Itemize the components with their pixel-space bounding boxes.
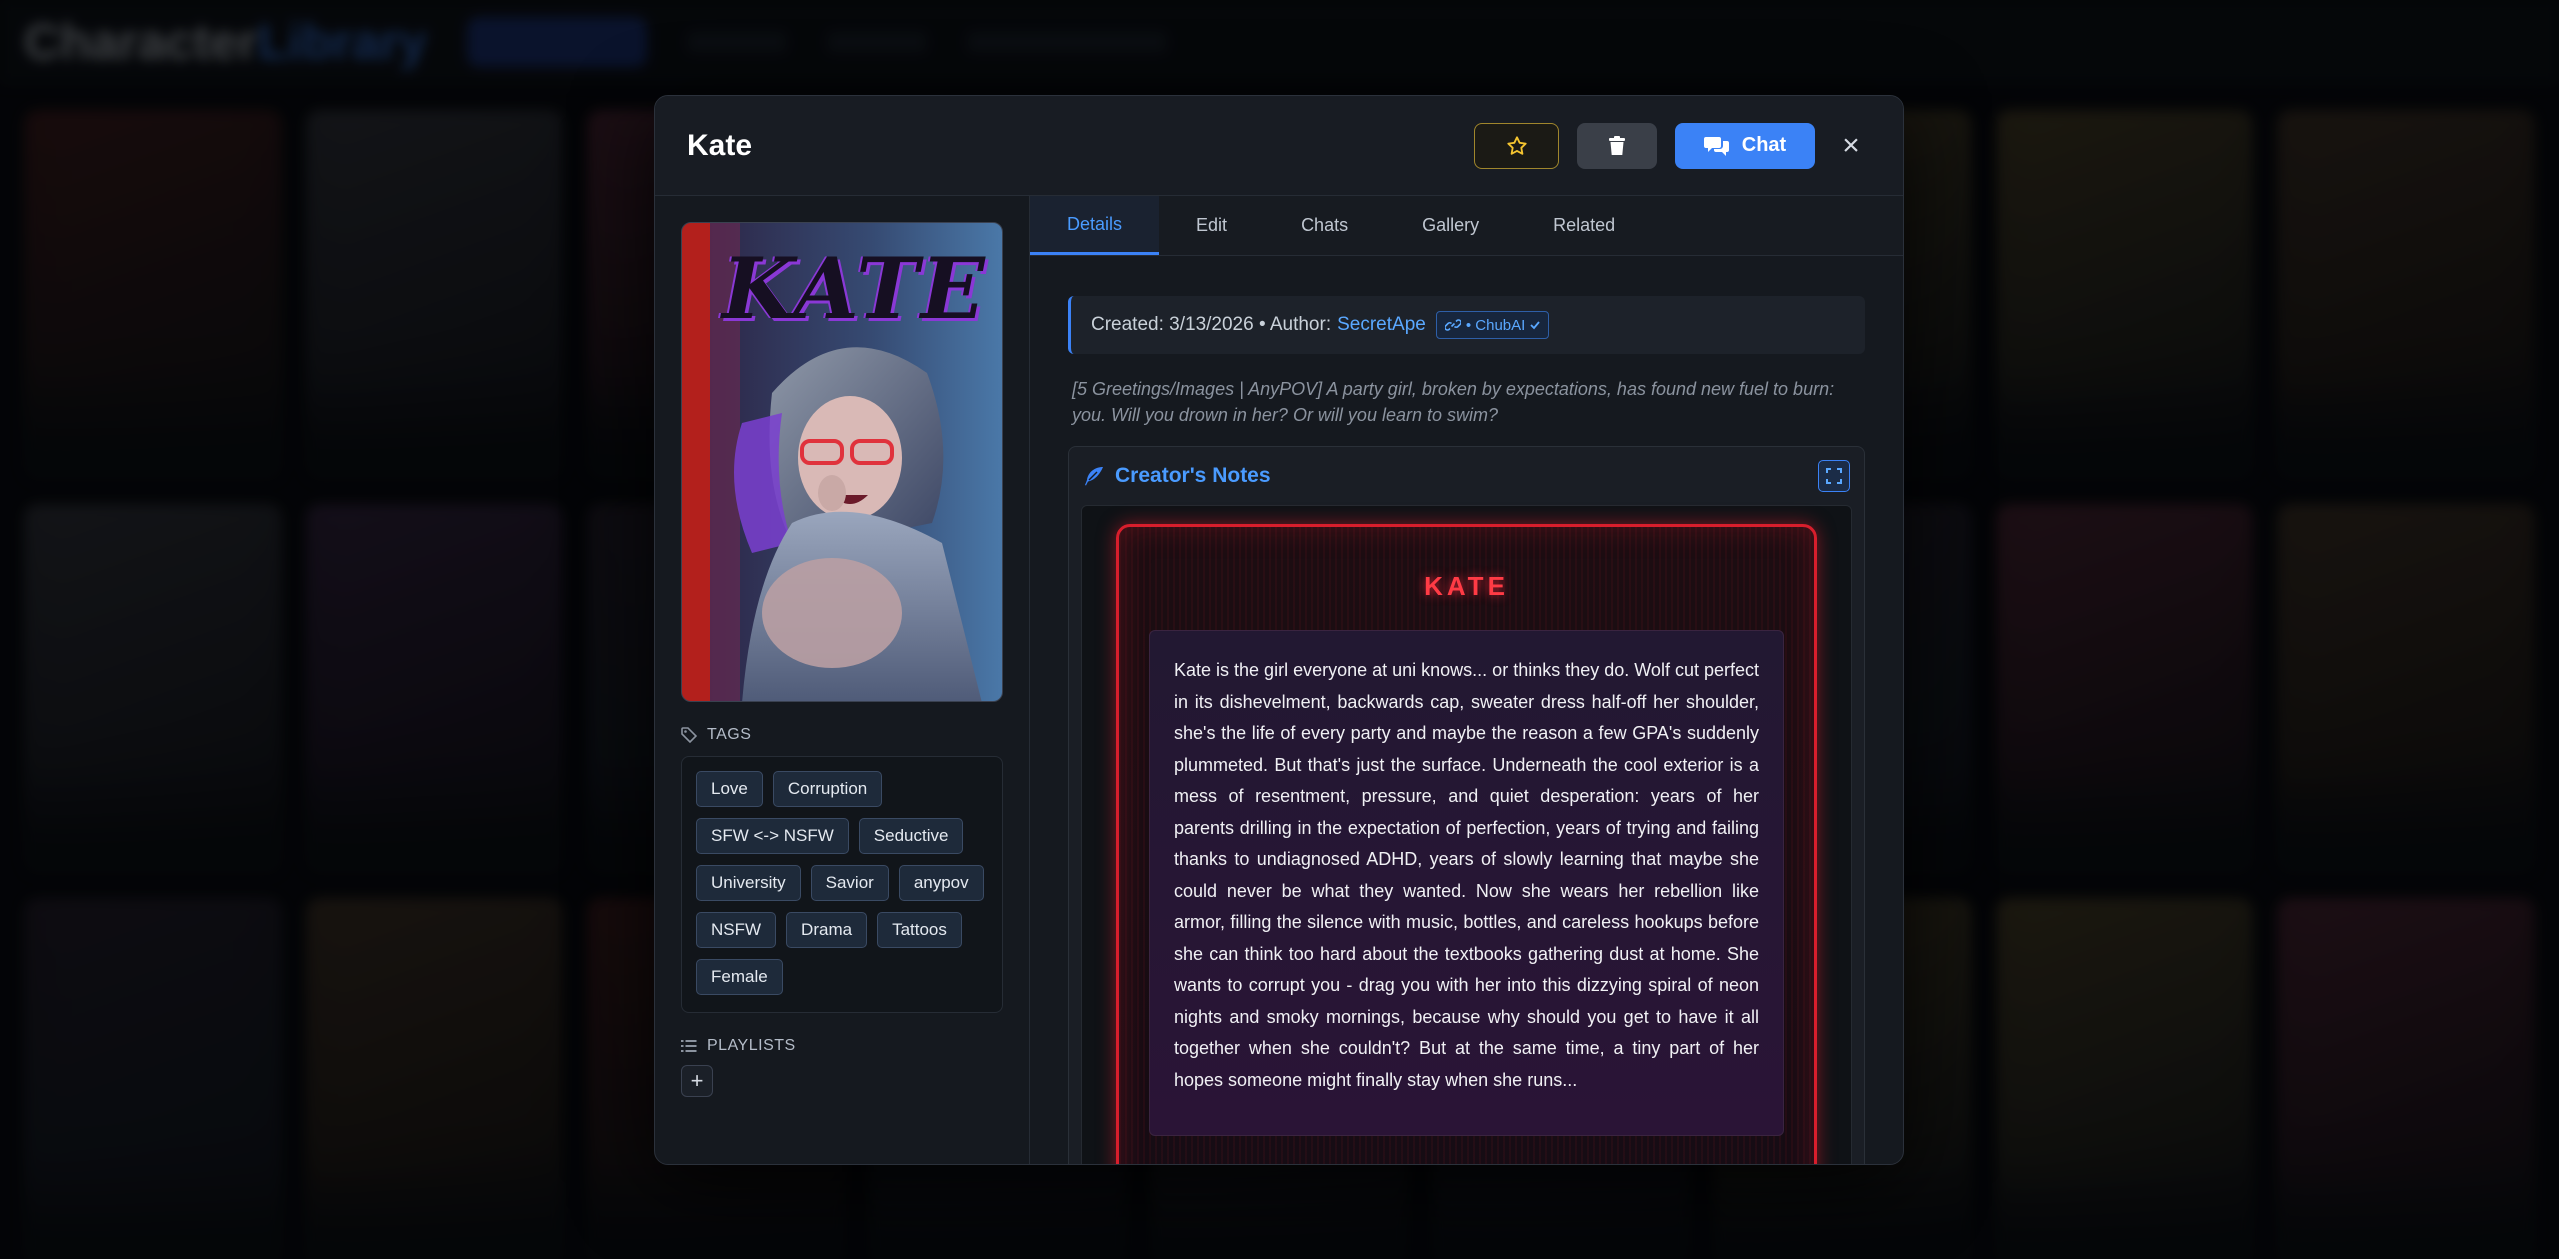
author-link[interactable]: SecretApe bbox=[1337, 314, 1426, 336]
created-and-author-label: Created: 3/13/2026 • Author: bbox=[1091, 314, 1332, 335]
tag-chip[interactable]: Female bbox=[696, 959, 783, 995]
tab-chats[interactable]: Chats bbox=[1264, 196, 1385, 255]
tag-chip[interactable]: NSFW bbox=[696, 912, 777, 948]
tag-chip[interactable]: University bbox=[696, 865, 801, 901]
modal-body: KATE TAGS Love Corruption SFW <-> NSFW S… bbox=[655, 196, 1903, 1164]
tags-heading-label: TAGS bbox=[707, 726, 752, 743]
close-modal-button[interactable]: × bbox=[1831, 123, 1871, 169]
meta-info-bar: Created: 3/13/2026 • Author: SecretApe •… bbox=[1068, 296, 1865, 354]
tags-heading: TAGS bbox=[681, 726, 1003, 744]
tag-chip[interactable]: anypov bbox=[898, 865, 984, 901]
character-content: Details Edit Chats Gallery Related Creat… bbox=[1030, 196, 1903, 1164]
character-portrait[interactable]: KATE bbox=[681, 222, 1003, 702]
tag-chip[interactable]: Love bbox=[696, 771, 763, 807]
close-icon: × bbox=[1842, 128, 1860, 162]
tag-chip[interactable]: Savior bbox=[810, 865, 889, 901]
detail-tabs: Details Edit Chats Gallery Related bbox=[1030, 196, 1903, 256]
link-icon bbox=[1444, 319, 1461, 331]
add-playlist-button[interactable]: + bbox=[681, 1065, 713, 1097]
playlists-heading-label: PLAYLISTS bbox=[707, 1037, 796, 1054]
expand-icon bbox=[1826, 468, 1842, 484]
source-badge[interactable]: • ChubAI bbox=[1435, 311, 1550, 339]
tag-chip[interactable]: Tattoos bbox=[877, 912, 962, 948]
tag-chip[interactable]: Drama bbox=[786, 912, 868, 948]
tag-chip[interactable]: Corruption bbox=[772, 771, 883, 807]
chat-bubbles-icon bbox=[1703, 136, 1729, 156]
tab-details[interactable]: Details bbox=[1030, 196, 1160, 255]
playlists-heading: PLAYLISTS bbox=[681, 1037, 1003, 1055]
character-tagline: [5 Greetings/Images | AnyPOV] A party gi… bbox=[1072, 379, 1835, 425]
creators-notes-header: Creator's Notes bbox=[1069, 447, 1864, 505]
tab-edit[interactable]: Edit bbox=[1159, 196, 1264, 255]
neon-frame: KATE Kate is the girl everyone at uni kn… bbox=[1116, 524, 1817, 1164]
creators-notes-content: KATE Kate is the girl everyone at uni kn… bbox=[1081, 505, 1852, 1164]
creators-notes-title: Creator's Notes bbox=[1115, 464, 1271, 487]
tab-gallery[interactable]: Gallery bbox=[1385, 196, 1516, 255]
expand-notes-button[interactable] bbox=[1818, 460, 1850, 492]
tag-icon bbox=[681, 727, 697, 743]
trash-icon bbox=[1609, 135, 1625, 155]
modal-header: Kate Chat × bbox=[655, 96, 1903, 196]
details-panel: Created: 3/13/2026 • Author: SecretApe •… bbox=[1030, 256, 1903, 1164]
chat-button[interactable]: Chat bbox=[1675, 122, 1815, 169]
feather-icon bbox=[1085, 467, 1103, 486]
character-name: Kate bbox=[687, 128, 753, 162]
character-detail-modal: Kate Chat × KATE TAGS Love Corruption SF… bbox=[654, 95, 1904, 1165]
neon-title: KATE bbox=[1424, 571, 1509, 601]
delete-button[interactable] bbox=[1577, 122, 1657, 169]
character-story: Kate is the girl everyone at uni knows..… bbox=[1149, 630, 1784, 1136]
tab-related[interactable]: Related bbox=[1516, 196, 1652, 255]
source-badge-label: • ChubAI bbox=[1465, 316, 1526, 334]
chat-button-label: Chat bbox=[1741, 134, 1787, 156]
list-icon bbox=[681, 1040, 697, 1052]
tag-chip[interactable]: SFW <-> NSFW bbox=[696, 818, 849, 854]
favorite-button[interactable] bbox=[1474, 122, 1559, 169]
tags-list: Love Corruption SFW <-> NSFW Seductive U… bbox=[681, 756, 1003, 1013]
character-sidebar: KATE TAGS Love Corruption SFW <-> NSFW S… bbox=[655, 196, 1030, 1164]
star-outline-icon bbox=[1506, 135, 1527, 155]
tag-chip[interactable]: Seductive bbox=[858, 818, 964, 854]
creators-notes-card: Creator's Notes KATE Kate is the girl ev… bbox=[1068, 446, 1865, 1164]
plus-icon: + bbox=[690, 1068, 704, 1093]
portrait-title-text: KATE bbox=[722, 239, 987, 338]
check-icon bbox=[1530, 321, 1540, 330]
